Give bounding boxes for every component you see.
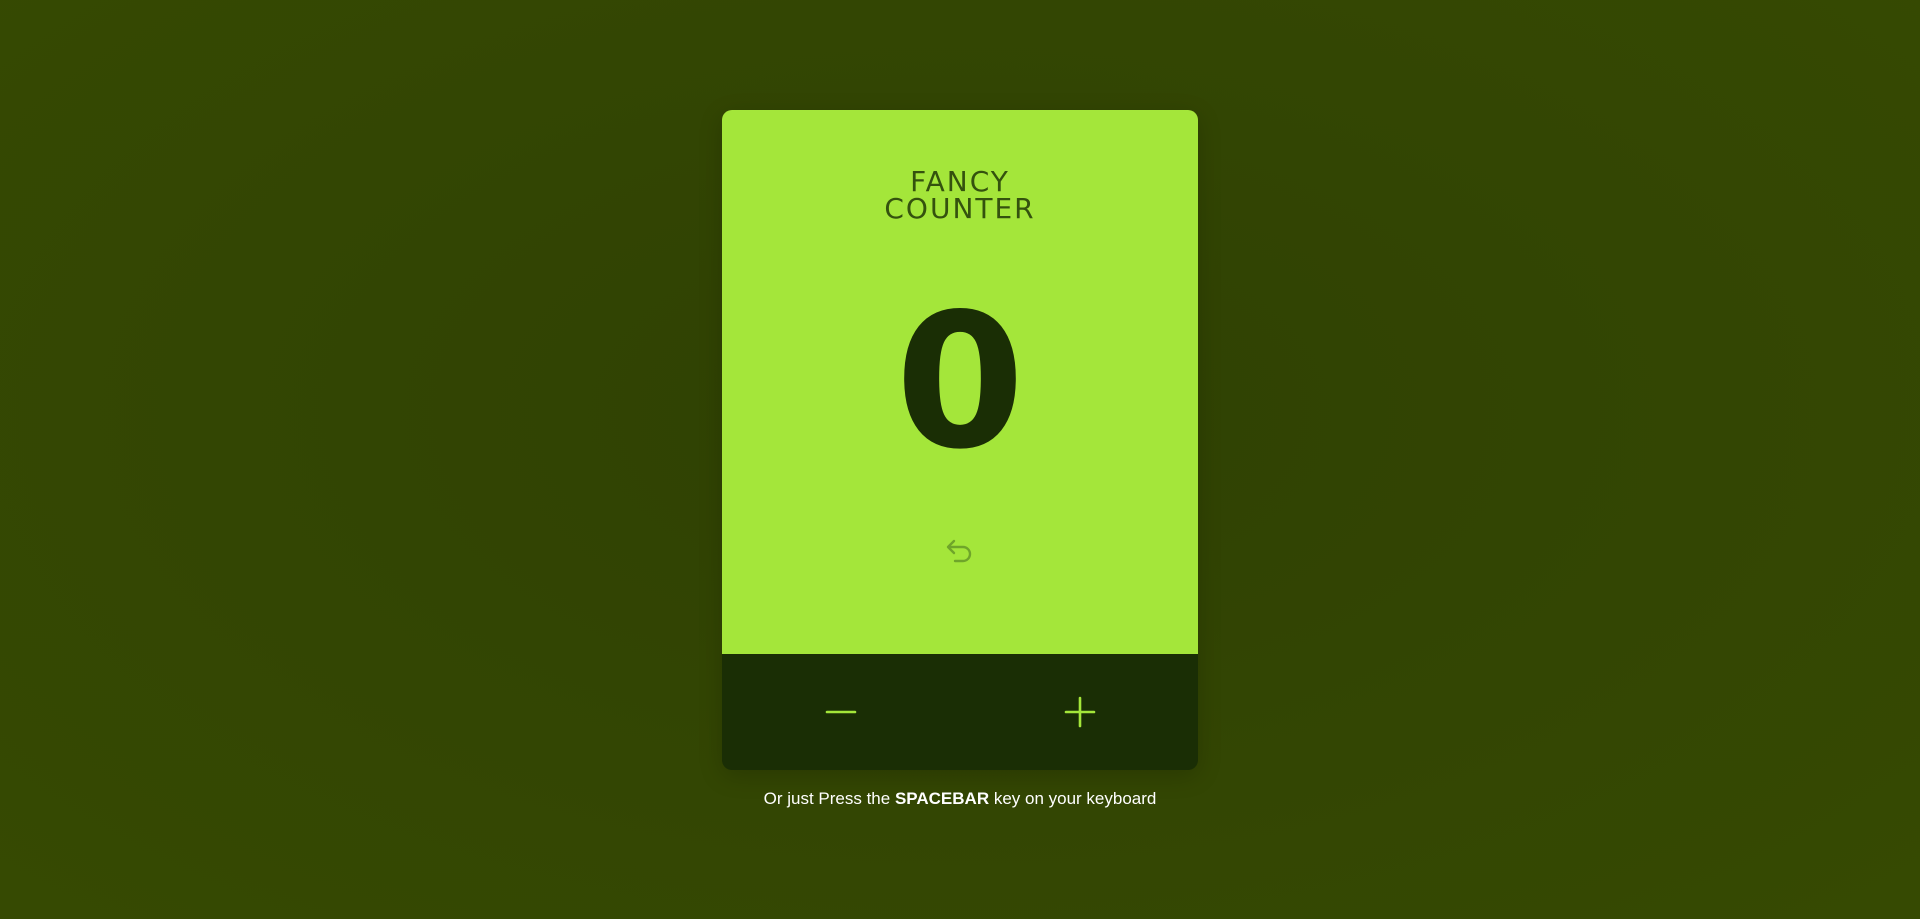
counter-controls-panel — [722, 654, 1198, 770]
decrease-button[interactable] — [811, 682, 871, 742]
undo-arrow-icon — [946, 539, 972, 563]
hint-prefix: Or just Press the — [763, 789, 895, 808]
reset-button[interactable] — [940, 532, 980, 572]
counter-value: 0 — [895, 273, 1025, 490]
hint-key: SPACEBAR — [894, 789, 990, 808]
increase-button[interactable] — [1050, 682, 1110, 742]
minus-icon — [825, 710, 857, 714]
title-line-2: COUNTER — [884, 192, 1036, 225]
hint-suffix: key on your keyboard — [989, 789, 1157, 808]
counter-card: FANCY COUNTER 0 — [722, 110, 1198, 770]
keyboard-hint: Or just Press the SPACEBAR key on your k… — [0, 788, 1920, 810]
plus-icon — [1064, 696, 1096, 728]
counter-display-panel: FANCY COUNTER 0 — [722, 110, 1198, 654]
